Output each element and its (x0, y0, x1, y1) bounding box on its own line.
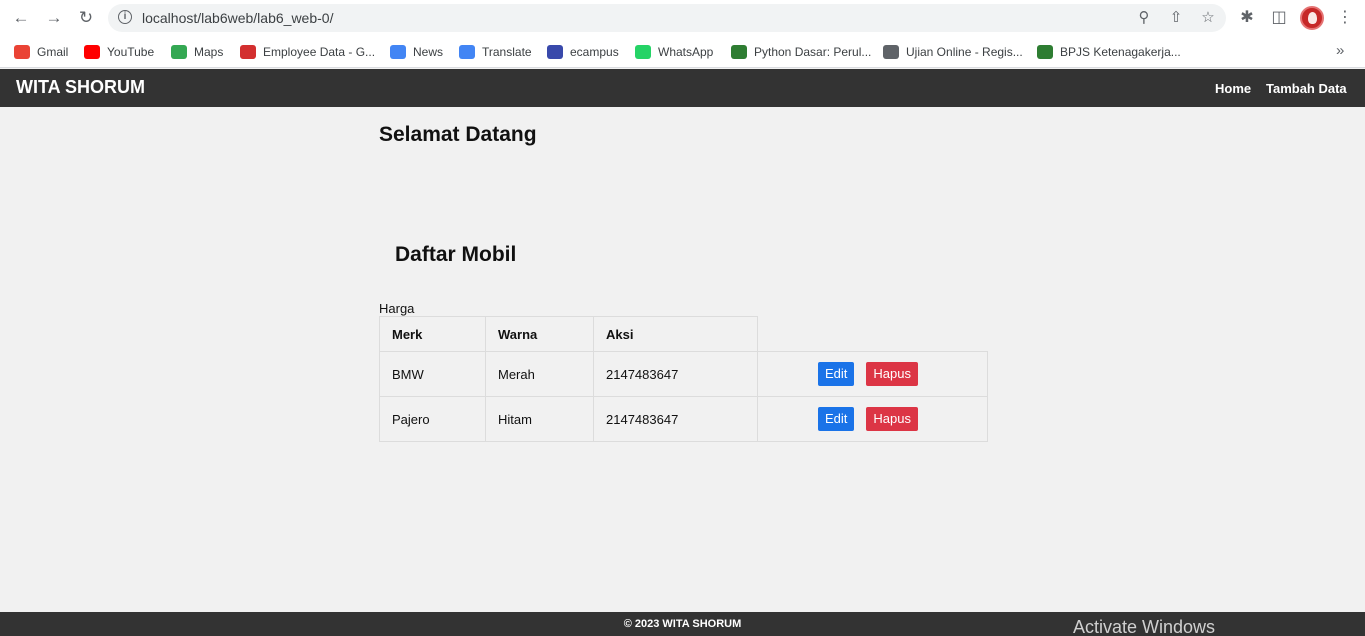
column-header-merk: Merk (379, 316, 486, 352)
cell-actions: Edit Hapus (757, 351, 988, 397)
footer-copyright: © 2023 WITA SHORUM (623, 618, 742, 630)
site-info-icon[interactable]: i (118, 10, 132, 24)
table-caption: Harga (379, 301, 415, 316)
cell-harga: 2147483647 (593, 396, 758, 442)
bookmark-label: Employee Data - G... (263, 45, 376, 59)
table-row: BMW Merah 2147483647 Edit Hapus (379, 351, 988, 397)
brand-title[interactable]: WITA SHORUM (16, 77, 145, 98)
column-header-empty (757, 316, 988, 352)
column-header-warna: Warna (485, 316, 594, 352)
forward-icon[interactable]: → (43, 7, 65, 29)
bookmark-item[interactable]: Maps (171, 42, 223, 62)
site-header: WITA SHORUM Home Tambah Data (0, 69, 1365, 107)
cell-merk: Pajero (379, 396, 486, 442)
bookmark-item[interactable]: Gmail (14, 42, 68, 62)
gmail-icon (14, 45, 30, 59)
news-icon (390, 45, 406, 59)
cell-harga: 2147483647 (593, 351, 758, 397)
cell-actions: Edit Hapus (757, 396, 988, 442)
delete-button[interactable]: Hapus (866, 362, 918, 386)
bookmark-star-icon[interactable]: ☆ (1199, 9, 1217, 27)
cell-warna: Merah (485, 351, 594, 397)
bookmark-label: News (413, 45, 444, 59)
whatsapp-icon (635, 45, 651, 59)
bookmark-item[interactable]: Translate (459, 42, 532, 62)
edit-button[interactable]: Edit (818, 407, 855, 431)
bookmark-item[interactable]: BPJS Ketenagakerja... (1037, 42, 1181, 62)
translate-icon (459, 45, 475, 59)
reload-icon[interactable]: ↻ (75, 7, 97, 29)
url-text[interactable]: localhost/lab6web/lab6_web-0/ (142, 10, 333, 26)
python-icon (731, 45, 747, 59)
list-title: Daftar Mobil (395, 243, 517, 266)
welcome-heading: Selamat Datang (379, 123, 537, 146)
nav-tambah-data[interactable]: Tambah Data (1266, 81, 1347, 96)
bookmark-label: WhatsApp (658, 45, 714, 59)
bookmark-label: Gmail (37, 45, 69, 59)
bookmarks-bar: Gmail YouTube Maps Employee Data - G... News… (0, 36, 1365, 68)
bookmark-item[interactable]: ecampus (547, 42, 619, 62)
bookmark-item[interactable]: WhatsApp (635, 42, 713, 62)
bookmark-label: Translate (482, 45, 532, 59)
car-table: Merk Warna Aksi BMW Merah 2147483647 Edi… (379, 316, 988, 442)
address-bar[interactable]: i localhost/lab6web/lab6_web-0/ ⚲ ⇧ ☆ (108, 4, 1226, 32)
more-bookmarks-icon[interactable]: » (1336, 42, 1344, 59)
table-row: Pajero Hitam 2147483647 Edit Hapus (379, 396, 988, 442)
back-icon[interactable]: ← (10, 7, 32, 29)
bookmark-label: Ujian Online - Regis... (906, 45, 1023, 59)
profile-avatar[interactable] (1300, 6, 1324, 30)
bookmark-label: BPJS Ketenagakerja... (1060, 45, 1181, 59)
bookmark-item[interactable]: Employee Data - G... (240, 42, 375, 62)
maps-icon (171, 45, 187, 59)
bookmark-label: YouTube (107, 45, 155, 59)
column-header-aksi: Aksi (593, 316, 758, 352)
share-icon[interactable]: ⇧ (1167, 9, 1185, 27)
browser-toolbar: ← → ↻ i localhost/lab6web/lab6_web-0/ ⚲ … (0, 0, 1365, 36)
zoom-icon[interactable]: ⚲ (1135, 9, 1153, 27)
nav-home[interactable]: Home (1215, 81, 1251, 96)
side-panel-icon[interactable]: ◫ (1268, 7, 1290, 29)
globe-icon (883, 45, 899, 59)
bookmark-item[interactable]: Ujian Online - Regis... (883, 42, 1023, 62)
ecampus-icon (547, 45, 563, 59)
delete-button[interactable]: Hapus (866, 407, 918, 431)
bookmark-label: ecampus (570, 45, 619, 59)
bpjs-icon (1037, 45, 1053, 59)
cell-merk: BMW (379, 351, 486, 397)
bookmark-label: Python Dasar: Perul... (754, 45, 872, 59)
activate-windows-watermark: Activate Windows (1073, 617, 1216, 636)
edit-button[interactable]: Edit (818, 362, 855, 386)
bookmark-item[interactable]: News (390, 42, 443, 62)
bookmark-item[interactable]: YouTube (84, 42, 154, 62)
grp-icon (240, 45, 256, 59)
bookmark-item[interactable]: Python Dasar: Perul... (731, 42, 871, 62)
youtube-icon (84, 45, 100, 59)
menu-icon[interactable]: ⋮ (1334, 7, 1356, 29)
cell-warna: Hitam (485, 396, 594, 442)
table-header-row: Merk Warna Aksi (379, 316, 988, 352)
extensions-icon[interactable]: ✱ (1236, 7, 1258, 29)
bookmark-label: Maps (194, 45, 224, 59)
